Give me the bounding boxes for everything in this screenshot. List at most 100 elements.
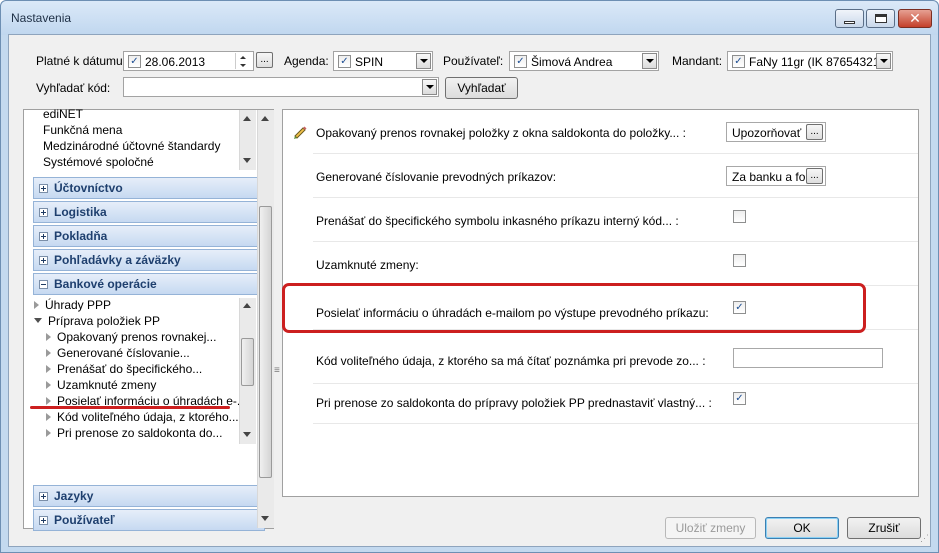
repeated-transfer-dots-button[interactable]: ... [806,124,823,140]
window-title: Nastavenia [11,11,72,25]
section-cashdesk[interactable]: Pokladňa [33,225,265,247]
locked-changes-checkbox[interactable] [733,254,746,267]
setting-label: Prenášať do špecifického symbolu inkasné… [316,214,679,228]
section-label: Používateľ [54,513,115,527]
setting-label: Opakovaný prenos rovnakej položky z okna… [316,126,686,140]
expand-icon[interactable] [39,491,48,501]
resize-grip-icon[interactable]: ⋰ [920,533,929,544]
scroll-down-icon[interactable] [261,516,269,521]
scroll-down-icon[interactable] [243,158,251,163]
setting-label: Uzamknuté zmeny: [316,258,419,272]
user-select[interactable]: ✓ Šimová Andrea [509,51,659,71]
section-label: Logistika [54,205,107,219]
chevron-right-icon [46,413,51,421]
tree-item-child-2[interactable]: Generované číslovanie... [46,346,190,360]
mandant-checkbox[interactable]: ✓ [732,55,745,68]
setting-row-repeated-transfer: Opakovaný prenos rovnakej položky z okna… [283,110,918,154]
close-button[interactable]: ✕ [898,9,932,28]
tree-item-edinet[interactable]: ediNET [43,107,83,121]
search-label: Vyhľadať kód: [36,81,111,95]
date-field[interactable]: ✓ 28.06.2013 [123,51,254,71]
check-icon: ✓ [340,55,349,67]
save-changes-button[interactable]: Uložiť zmeny [665,517,756,539]
tree-item-label: Pri prenose zo saldokonta do... [57,426,223,440]
section-logistics[interactable]: Logistika [33,201,265,223]
tree-item-label: Prenášať do špecifického... [57,362,203,376]
search-button[interactable]: Vyhľadať [445,77,518,99]
tree-item-system-common[interactable]: Systémové spoločné [43,155,154,169]
spin-up-icon[interactable] [236,53,250,61]
section-accounting[interactable]: Účtovníctvo [33,177,265,199]
scroll-up-icon[interactable] [243,116,251,121]
agenda-checkbox[interactable]: ✓ [338,55,351,68]
tree-item-pp-prep[interactable]: Príprava položiek PP [34,314,239,328]
setting-row-locked-changes: Uzamknuté zmeny: [283,242,918,286]
chevron-down-icon[interactable] [422,79,437,95]
section-label: Jazyky [54,489,94,503]
scroll-down-icon[interactable] [243,432,251,437]
expand-icon[interactable] [39,207,48,217]
expand-icon[interactable] [39,515,48,525]
chevron-down-icon[interactable] [642,53,657,69]
setting-row-saldokonto-preset: Pri prenose zo saldokonta do prípravy po… [283,384,918,428]
bank-tree-scrollbar[interactable] [239,298,256,444]
tree-item-child-3[interactable]: Prenášať do špecifického... [46,362,202,376]
mandant-value: FaNy 11gr (IK 87654321) [749,55,884,69]
tree-item-child-4[interactable]: Uzamknuté zmeny [46,378,156,392]
mandant-select[interactable]: ✓ FaNy 11gr (IK 87654321) [727,51,893,71]
scroll-up-icon[interactable] [243,303,251,308]
maximize-button[interactable] [866,9,895,28]
section-receivables[interactable]: Pohľadávky a záväzky [33,249,265,271]
chevron-right-icon [46,429,51,437]
tree-item-label: Uzamknuté zmeny [57,378,157,392]
user-checkbox[interactable]: ✓ [514,55,527,68]
tree-item-functional-currency[interactable]: Funkčná mena [43,123,122,137]
scroll-thumb[interactable] [241,338,254,386]
chevron-down-icon[interactable] [34,318,42,323]
tree-item-child-6[interactable]: Kód voliteľného údaja, z ktorého... [46,410,239,424]
date-spinner[interactable] [235,53,250,69]
generated-numbering-dots-button[interactable]: ... [806,168,823,184]
saldokonto-preset-checkbox[interactable]: ✓ [733,392,746,405]
tree-item-label: Kód voliteľného údaja, z ktorého... [57,410,239,424]
search-combo[interactable] [123,77,439,97]
collapse-icon[interactable] [39,279,48,289]
spin-down-icon[interactable] [236,61,250,69]
minimize-button[interactable] [835,9,864,28]
section-languages[interactable]: Jazyky [33,485,265,507]
chevron-down-icon[interactable] [876,53,891,69]
tree-item-child-7[interactable]: Pri prenose zo saldokonta do... [46,426,222,440]
scroll-thumb[interactable] [259,206,272,478]
top-tree-scrollbar[interactable] [239,110,256,170]
setting-row-specific-symbol: Prenášať do špecifického symbolu inkasné… [283,198,918,242]
chevron-down-icon[interactable] [416,53,431,69]
ok-button[interactable]: OK [765,517,839,539]
generated-numbering-select[interactable]: Za banku a fo ... [726,166,826,186]
check-icon: ✓ [130,55,139,67]
expand-icon[interactable] [39,231,48,241]
optional-code-input[interactable] [733,348,883,368]
tree-item-ifrs[interactable]: Medzinárodné účtovné štandardy [43,139,220,153]
splitter-grip-icon[interactable]: ≡ [274,365,280,376]
agenda-select[interactable]: ✓ SPIN [333,51,433,71]
date-checkbox[interactable]: ✓ [128,55,141,68]
setting-row-generated-numbering: Generované číslovanie prevodných príkazo… [283,154,918,198]
chevron-right-icon[interactable] [34,301,39,309]
user-value: Šimová Andrea [531,55,613,69]
tree-item-child-1[interactable]: Opakovaný prenos rovnakej... [46,330,216,344]
expand-icon[interactable] [39,183,48,193]
tree-panel-scrollbar[interactable] [257,110,274,528]
specific-symbol-checkbox[interactable] [733,210,746,223]
section-bank-operations[interactable]: Bankové operácie [33,273,265,295]
date-picker-button[interactable]: ... [256,52,273,68]
setting-label: Kód voliteľného údaja, z ktorého sa má č… [316,354,706,368]
section-user[interactable]: Používateľ [33,509,265,531]
expand-icon[interactable] [39,255,48,265]
repeated-transfer-select[interactable]: Upozorňovať ... [726,122,826,142]
minimize-icon [844,20,855,24]
tree-item-ppp[interactable]: Úhrady PPP [34,298,111,312]
cancel-button[interactable]: Zrušiť [847,517,921,539]
chevron-right-icon [46,333,51,341]
setting-row-optional-code: Kód voliteľného údaja, z ktorého sa má č… [283,330,918,384]
scroll-up-icon[interactable] [261,116,269,121]
